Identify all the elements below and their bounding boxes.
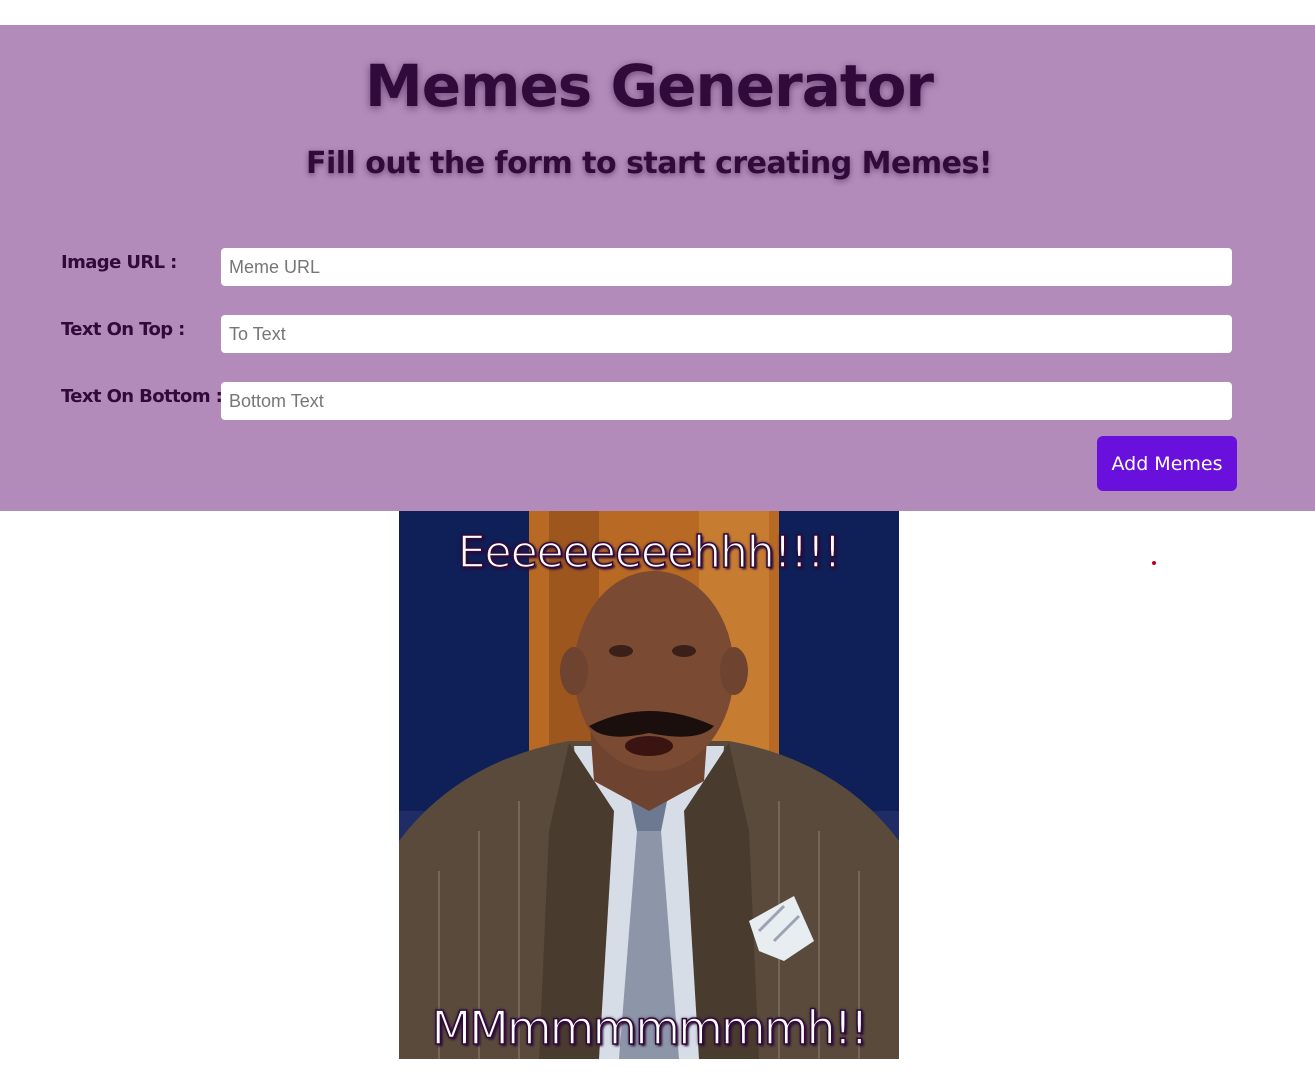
image-url-label: Image URL : <box>61 252 177 273</box>
cursor-dot <box>1152 561 1156 565</box>
meme-card: Eeeeeeeeehhh!!!! MMmmmmmmmh!! <box>399 511 899 1059</box>
page-subtitle: Fill out the form to start creating Meme… <box>305 146 993 181</box>
top-text-label: Text On Top : <box>61 319 185 340</box>
page-title: Memes Generator <box>364 52 934 120</box>
add-memes-button[interactable]: Add Memes <box>1097 436 1237 491</box>
bottom-text-row: Text On Bottom : <box>61 382 1232 420</box>
bottom-text-label: Text On Bottom : <box>61 386 223 407</box>
meme-top-text: Eeeeeeeeehhh!!!! <box>457 526 842 579</box>
image-url-row: Image URL : <box>61 248 1232 286</box>
top-text-row: Text On Top : <box>61 315 1232 353</box>
top-text-input[interactable] <box>221 315 1232 353</box>
meme-image <box>399 511 899 1059</box>
image-url-input[interactable] <box>221 248 1232 286</box>
bottom-text-input[interactable] <box>221 382 1232 420</box>
meme-bottom-text: MMmmmmmmmh!! <box>431 1000 870 1056</box>
